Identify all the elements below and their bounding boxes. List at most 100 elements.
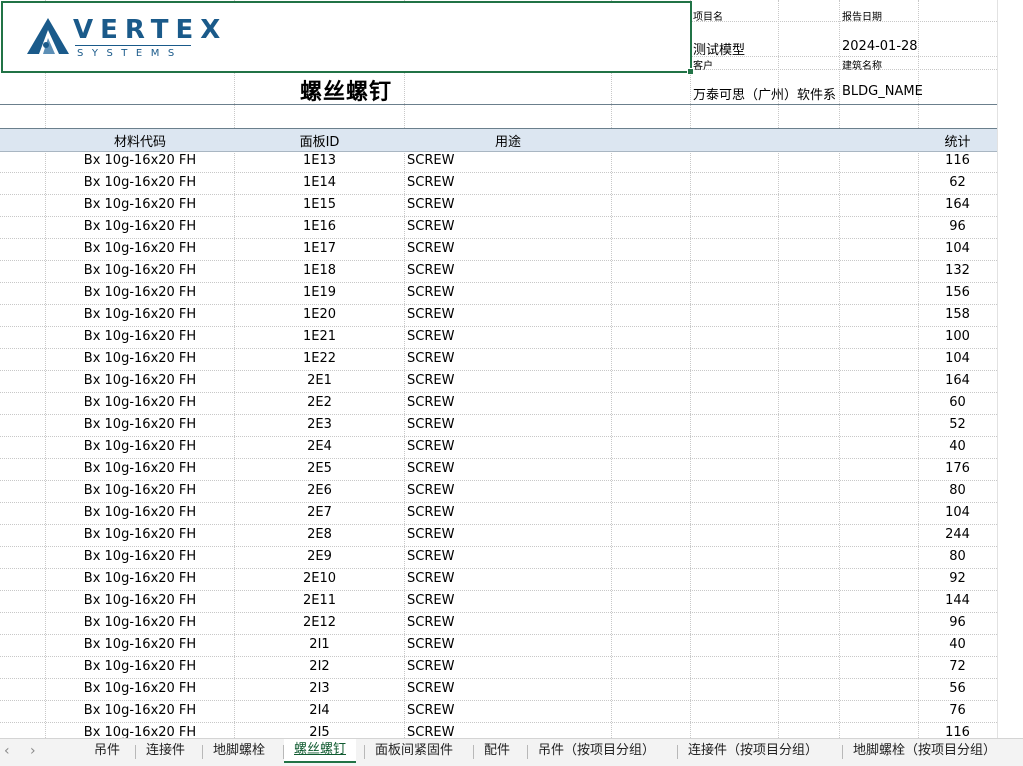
material-code-cell[interactable]: Bx 10g-16x20 FH [46, 351, 234, 366]
header-panel-id[interactable]: 面板ID [235, 131, 404, 150]
material-code-cell[interactable]: Bx 10g-16x20 FH [46, 527, 234, 542]
material-code-cell[interactable]: Bx 10g-16x20 FH [46, 241, 234, 256]
usage-cell[interactable]: SCREW [407, 307, 454, 322]
count-cell[interactable]: 80 [918, 549, 997, 564]
usage-cell[interactable]: SCREW [407, 527, 454, 542]
sheet-tab[interactable]: 吊件 [84, 739, 130, 765]
material-code-cell[interactable]: Bx 10g-16x20 FH [46, 725, 234, 738]
usage-cell[interactable]: SCREW [407, 263, 454, 278]
client-value[interactable]: 万泰可思（广州）软件系 [693, 84, 839, 103]
panel-id-cell[interactable]: 2I5 [235, 725, 404, 738]
material-code-cell[interactable]: Bx 10g-16x20 FH [46, 197, 234, 212]
usage-cell[interactable]: SCREW [407, 505, 454, 520]
building-value[interactable]: BLDG_NAME [842, 84, 992, 99]
sheet-tab[interactable]: 吊件（按项目分组） [528, 739, 665, 765]
count-cell[interactable]: 104 [918, 351, 997, 366]
panel-id-cell[interactable]: 2E7 [235, 505, 404, 520]
usage-cell[interactable]: SCREW [407, 703, 454, 718]
panel-id-cell[interactable]: 2E10 [235, 571, 404, 586]
header-material-code[interactable]: 材料代码 [46, 131, 234, 150]
usage-cell[interactable]: SCREW [407, 549, 454, 564]
header-count[interactable]: 统计 [918, 131, 997, 150]
prev-sheet-icon[interactable]: ‹ [4, 743, 10, 759]
usage-cell[interactable]: SCREW [407, 351, 454, 366]
usage-cell[interactable]: SCREW [407, 175, 454, 190]
usage-cell[interactable]: SCREW [407, 615, 454, 630]
count-cell[interactable]: 144 [918, 593, 997, 608]
panel-id-cell[interactable]: 2E5 [235, 461, 404, 476]
material-code-cell[interactable]: Bx 10g-16x20 FH [46, 373, 234, 388]
material-code-cell[interactable]: Bx 10g-16x20 FH [46, 483, 234, 498]
material-code-cell[interactable]: Bx 10g-16x20 FH [46, 461, 234, 476]
sheet-tab[interactable]: 地脚螺栓 [203, 739, 275, 765]
usage-cell[interactable]: SCREW [407, 197, 454, 212]
panel-id-cell[interactable]: 2E6 [235, 483, 404, 498]
count-cell[interactable]: 92 [918, 571, 997, 586]
header-usage[interactable]: 用途 [405, 131, 611, 150]
sheet-tab[interactable]: 连接件（按项目分组） [678, 739, 828, 765]
panel-id-cell[interactable]: 2E3 [235, 417, 404, 432]
sheet-tab[interactable]: 连接件 [136, 739, 195, 765]
count-cell[interactable]: 116 [918, 153, 997, 168]
usage-cell[interactable]: SCREW [407, 725, 454, 738]
material-code-cell[interactable]: Bx 10g-16x20 FH [46, 263, 234, 278]
panel-id-cell[interactable]: 1E19 [235, 285, 404, 300]
count-cell[interactable]: 164 [918, 197, 997, 212]
spreadsheet-grid[interactable]: VERTEX SYSTEMS 项目名 报告日期 测试模型 2024-01-28 … [0, 0, 1023, 738]
material-code-cell[interactable]: Bx 10g-16x20 FH [46, 439, 234, 454]
material-code-cell[interactable]: Bx 10g-16x20 FH [46, 175, 234, 190]
next-sheet-icon[interactable]: › [30, 743, 36, 759]
panel-id-cell[interactable]: 1E14 [235, 175, 404, 190]
panel-id-cell[interactable]: 2E1 [235, 373, 404, 388]
material-code-cell[interactable]: Bx 10g-16x20 FH [46, 593, 234, 608]
usage-cell[interactable]: SCREW [407, 439, 454, 454]
usage-cell[interactable]: SCREW [407, 659, 454, 674]
count-cell[interactable]: 40 [918, 637, 997, 652]
usage-cell[interactable]: SCREW [407, 241, 454, 256]
usage-cell[interactable]: SCREW [407, 417, 454, 432]
material-code-cell[interactable]: Bx 10g-16x20 FH [46, 285, 234, 300]
count-cell[interactable]: 62 [918, 175, 997, 190]
panel-id-cell[interactable]: 1E20 [235, 307, 404, 322]
sheet-tab[interactable]: 地脚螺栓（按项目分组） [843, 739, 1006, 765]
material-code-cell[interactable]: Bx 10g-16x20 FH [46, 659, 234, 674]
material-code-cell[interactable]: Bx 10g-16x20 FH [46, 307, 234, 322]
usage-cell[interactable]: SCREW [407, 395, 454, 410]
project-value[interactable]: 测试模型 [693, 39, 783, 58]
material-code-cell[interactable]: Bx 10g-16x20 FH [46, 395, 234, 410]
material-code-cell[interactable]: Bx 10g-16x20 FH [46, 703, 234, 718]
count-cell[interactable]: 52 [918, 417, 997, 432]
sheet-tab[interactable]: 面板间紧固件 [365, 739, 463, 765]
count-cell[interactable]: 132 [918, 263, 997, 278]
sheet-tab[interactable]: 螺丝螺钉 [284, 739, 357, 763]
sheet-title[interactable]: 螺丝螺钉 [300, 74, 392, 106]
usage-cell[interactable]: SCREW [407, 373, 454, 388]
count-cell[interactable]: 56 [918, 681, 997, 696]
panel-id-cell[interactable]: 1E15 [235, 197, 404, 212]
usage-cell[interactable]: SCREW [407, 483, 454, 498]
count-cell[interactable]: 158 [918, 307, 997, 322]
usage-cell[interactable]: SCREW [407, 219, 454, 234]
material-code-cell[interactable]: Bx 10g-16x20 FH [46, 219, 234, 234]
material-code-cell[interactable]: Bx 10g-16x20 FH [46, 417, 234, 432]
usage-cell[interactable]: SCREW [407, 153, 454, 168]
count-cell[interactable]: 156 [918, 285, 997, 300]
panel-id-cell[interactable]: 1E21 [235, 329, 404, 344]
panel-id-cell[interactable]: 2I4 [235, 703, 404, 718]
material-code-cell[interactable]: Bx 10g-16x20 FH [46, 615, 234, 630]
panel-id-cell[interactable]: 2E4 [235, 439, 404, 454]
panel-id-cell[interactable]: 2E11 [235, 593, 404, 608]
material-code-cell[interactable]: Bx 10g-16x20 FH [46, 505, 234, 520]
panel-id-cell[interactable]: 2E8 [235, 527, 404, 542]
material-code-cell[interactable]: Bx 10g-16x20 FH [46, 681, 234, 696]
usage-cell[interactable]: SCREW [407, 329, 454, 344]
count-cell[interactable]: 164 [918, 373, 997, 388]
panel-id-cell[interactable]: 2E2 [235, 395, 404, 410]
material-code-cell[interactable]: Bx 10g-16x20 FH [46, 637, 234, 652]
panel-id-cell[interactable]: 1E16 [235, 219, 404, 234]
count-cell[interactable]: 104 [918, 505, 997, 520]
material-code-cell[interactable]: Bx 10g-16x20 FH [46, 571, 234, 586]
count-cell[interactable]: 80 [918, 483, 997, 498]
count-cell[interactable]: 100 [918, 329, 997, 344]
count-cell[interactable]: 72 [918, 659, 997, 674]
